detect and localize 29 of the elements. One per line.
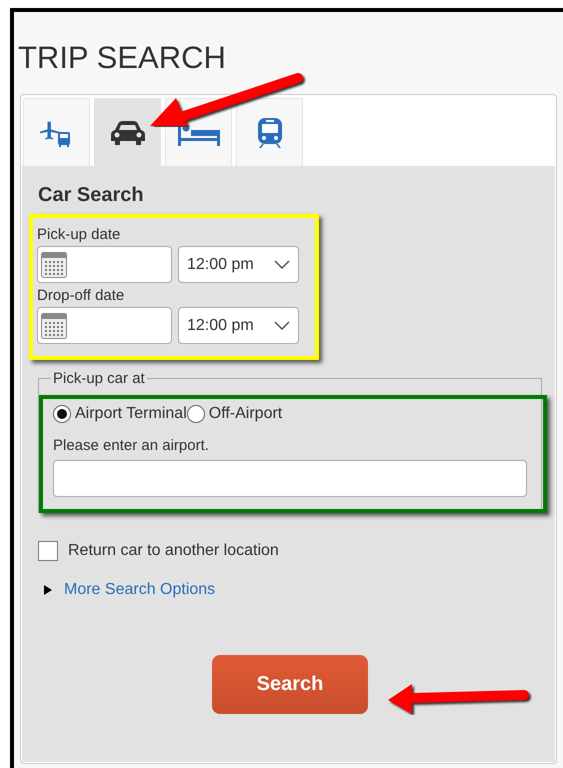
field-label: Drop-off date — [37, 287, 126, 305]
tab[interactable] — [94, 98, 161, 166]
search-button[interactable]: Search — [212, 655, 368, 714]
expand-triangle-icon[interactable] — [44, 585, 52, 595]
car-icon — [110, 120, 146, 146]
time-dropdown[interactable]: 12:00 pm — [178, 246, 299, 283]
radio-label: Off-Airport — [208, 405, 282, 423]
radio-button[interactable] — [53, 405, 71, 423]
train-icon — [256, 116, 282, 148]
tab[interactable] — [236, 98, 303, 166]
more-options-link[interactable]: More Search Options — [64, 581, 216, 599]
time-dropdown[interactable]: 12:00 pm — [178, 307, 299, 344]
chevron-icon — [274, 321, 290, 330]
tab[interactable] — [23, 98, 90, 166]
field-label: Pick-up date — [37, 226, 122, 244]
radio-label: Airport Terminal — [75, 405, 187, 423]
page-title: TRIP SEARCH — [18, 40, 227, 76]
radio-button[interactable] — [186, 405, 205, 423]
airport-field[interactable] — [53, 460, 527, 497]
checkbox-label: Return car to another location — [68, 542, 279, 560]
chevron-icon — [274, 260, 290, 269]
section-heading: Car Search — [38, 183, 145, 208]
group-label: Pick-up car at — [52, 370, 146, 387]
field-label: Please enter an airport. — [53, 437, 210, 454]
calendar-icon — [41, 252, 67, 278]
date-field[interactable] — [37, 246, 172, 283]
checkbox[interactable] — [38, 541, 58, 561]
calendar-icon — [41, 312, 67, 338]
date-field[interactable] — [37, 307, 172, 344]
